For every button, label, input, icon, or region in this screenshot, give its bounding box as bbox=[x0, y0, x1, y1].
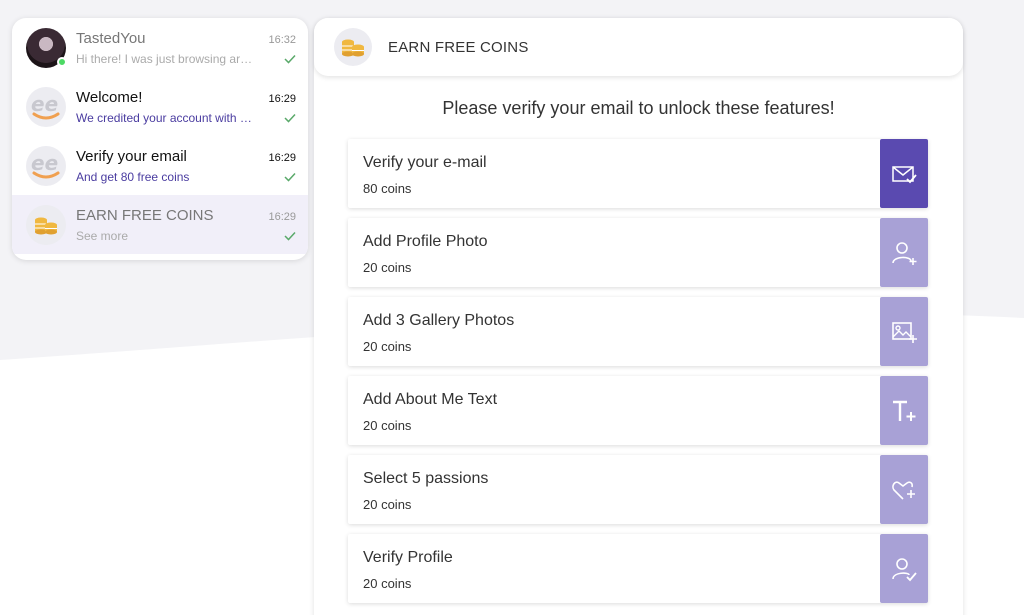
verify-message: Please verify your email to unlock these… bbox=[442, 98, 835, 118]
image-add-icon bbox=[892, 321, 917, 343]
conversation-time: 16:29 bbox=[268, 151, 296, 164]
task-list: Verify your e-mail 80 coins Add Profile … bbox=[348, 139, 928, 613]
verify-email-button[interactable] bbox=[880, 139, 928, 208]
task-reward: 20 coins bbox=[363, 576, 412, 591]
task-verify-profile[interactable]: Verify Profile 20 coins bbox=[348, 534, 928, 603]
task-title: Verify Profile bbox=[363, 549, 453, 566]
ee-logo-icon: ee bbox=[26, 86, 66, 127]
task-title: Add About Me Text bbox=[363, 391, 498, 408]
task-reward: 20 coins bbox=[363, 339, 412, 354]
add-profile-photo-button[interactable] bbox=[880, 218, 928, 287]
conversation-item-verify-email[interactable]: ee Verify your email 16:29 And get 80 fr… bbox=[12, 136, 308, 195]
conversation-item-welcome[interactable]: ee Welcome! 16:29 We credited your accou… bbox=[12, 77, 308, 136]
task-select-passions[interactable]: Select 5 passions 20 coins bbox=[348, 455, 928, 524]
verify-profile-button[interactable] bbox=[880, 534, 928, 603]
conversation-name: EARN FREE COINS bbox=[76, 206, 214, 224]
conversation-item-earn-free-coins[interactable]: EARN FREE COINS 16:29 See more bbox=[12, 195, 308, 254]
task-add-profile-photo[interactable]: Add Profile Photo 20 coins bbox=[348, 218, 928, 287]
select-passions-button[interactable] bbox=[880, 455, 928, 524]
mail-check-icon bbox=[892, 165, 917, 183]
conversation-preview: Hi there! I was just browsing aro... bbox=[76, 51, 256, 66]
main-panel: EARN FREE COINS Please verify your email… bbox=[314, 18, 963, 615]
conversation-preview: We credited your account with 6... bbox=[76, 110, 256, 125]
task-reward: 20 coins bbox=[363, 260, 412, 275]
conversation-time: 16:29 bbox=[268, 210, 296, 223]
online-status-icon bbox=[57, 56, 67, 67]
coins-icon bbox=[334, 28, 372, 66]
task-reward: 20 coins bbox=[363, 418, 412, 433]
coins-icon bbox=[26, 204, 66, 245]
user-check-icon bbox=[892, 557, 917, 581]
conversation-time: 16:32 bbox=[268, 33, 296, 46]
conversation-name: Verify your email bbox=[76, 147, 187, 165]
avatar bbox=[26, 27, 67, 68]
check-icon bbox=[284, 231, 296, 241]
svg-text:ee: ee bbox=[31, 151, 58, 175]
task-reward: 20 coins bbox=[363, 497, 412, 512]
check-icon bbox=[284, 113, 296, 123]
task-add-gallery-photos[interactable]: Add 3 Gallery Photos 20 coins bbox=[348, 297, 928, 366]
conversation-preview: See more bbox=[76, 228, 129, 243]
conversation-preview: And get 80 free coins bbox=[76, 169, 190, 184]
conversation-list: TastedYou 16:32 Hi there! I was just bro… bbox=[12, 18, 308, 260]
chat-title: EARN FREE COINS bbox=[388, 38, 529, 56]
check-icon bbox=[284, 172, 296, 182]
check-icon bbox=[284, 54, 296, 64]
text-add-icon bbox=[893, 400, 916, 421]
task-add-about-me[interactable]: Add About Me Text 20 coins bbox=[348, 376, 928, 445]
user-add-icon bbox=[892, 241, 917, 265]
task-title: Add 3 Gallery Photos bbox=[363, 312, 515, 329]
conversation-item-tastedyou[interactable]: TastedYou 16:32 Hi there! I was just bro… bbox=[12, 18, 308, 77]
task-title: Select 5 passions bbox=[363, 470, 489, 487]
conversation-time: 16:29 bbox=[268, 92, 296, 105]
add-about-me-button[interactable] bbox=[880, 376, 928, 445]
conversation-name: TastedYou bbox=[76, 29, 146, 47]
task-title: Add Profile Photo bbox=[363, 233, 488, 250]
ee-logo-icon: ee bbox=[26, 145, 66, 186]
heart-add-icon bbox=[892, 480, 915, 500]
svg-text:ee: ee bbox=[31, 92, 58, 116]
chat-header: EARN FREE COINS bbox=[314, 18, 963, 76]
conversation-name: Welcome! bbox=[76, 88, 143, 106]
task-title: Verify your e-mail bbox=[363, 154, 487, 171]
task-reward: 80 coins bbox=[363, 181, 412, 196]
add-gallery-photos-button[interactable] bbox=[880, 297, 928, 366]
task-verify-email[interactable]: Verify your e-mail 80 coins bbox=[348, 139, 928, 208]
